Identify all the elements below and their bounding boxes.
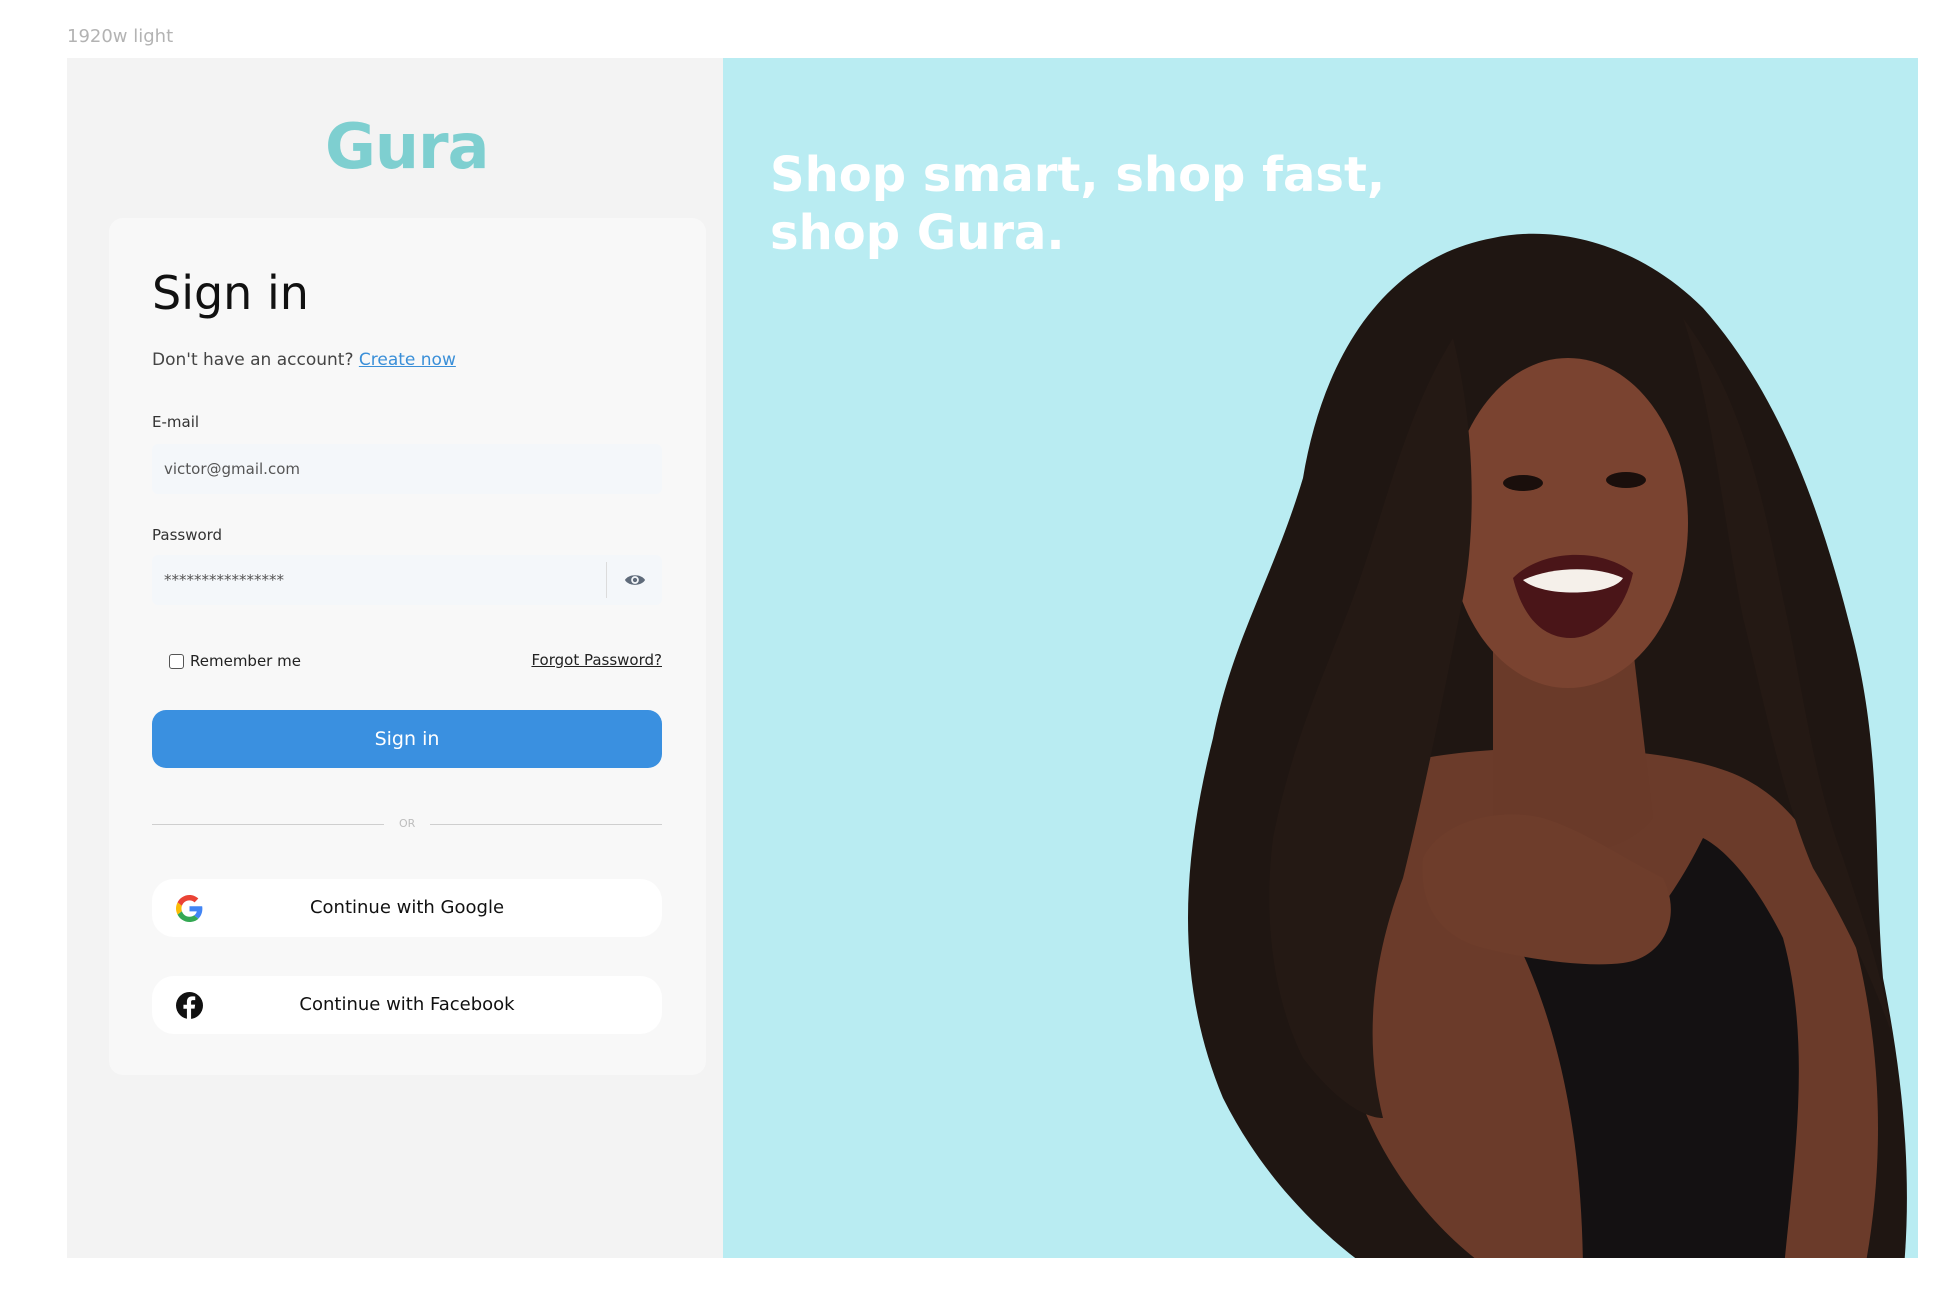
headline-line-1: Shop smart, shop fast, [770, 147, 1386, 203]
email-label: E-mail [152, 413, 200, 431]
hero-image [1188, 233, 1907, 1258]
signup-prompt: Don't have an account? Create now [152, 350, 456, 370]
google-button-label: Continue with Google [309, 897, 505, 918]
signin-page: Gura Sign in Don't have an account? Crea… [67, 58, 1918, 1258]
divider-line-left [152, 824, 384, 825]
facebook-signin-button[interactable]: Continue with Facebook [152, 976, 662, 1034]
facebook-button-label: Continue with Facebook [299, 994, 515, 1015]
signin-card: Sign in Don't have an account? Create no… [109, 218, 706, 1075]
forgot-password-link[interactable]: Forgot Password? [531, 651, 662, 669]
or-text: OR [399, 817, 416, 830]
signin-panel: Gura Sign in Don't have an account? Crea… [67, 58, 723, 1258]
signup-prompt-text: Don't have an account? [152, 350, 359, 370]
or-divider: OR [152, 815, 662, 835]
password-field-box [152, 555, 662, 605]
password-divider [606, 562, 607, 598]
password-label: Password [152, 526, 223, 544]
page-title: Sign in [152, 266, 309, 320]
email-field-box [152, 444, 662, 494]
remember-me[interactable]: Remember me [169, 652, 301, 670]
google-signin-button[interactable]: Continue with Google [152, 879, 662, 937]
signin-button[interactable]: Sign in [152, 710, 662, 768]
remember-checkbox[interactable] [169, 653, 184, 669]
password-field[interactable] [164, 555, 584, 605]
remember-label: Remember me [190, 652, 301, 670]
eye-icon[interactable] [624, 570, 646, 590]
frame-label: 1920w light [67, 26, 174, 47]
brand-logo: Gura [325, 110, 489, 183]
create-account-link[interactable]: Create now [359, 350, 456, 370]
promo-panel: Shop smart, shop fast, shop Gura. [723, 58, 1918, 1258]
divider-line-right [430, 824, 662, 825]
email-field[interactable] [164, 444, 584, 494]
